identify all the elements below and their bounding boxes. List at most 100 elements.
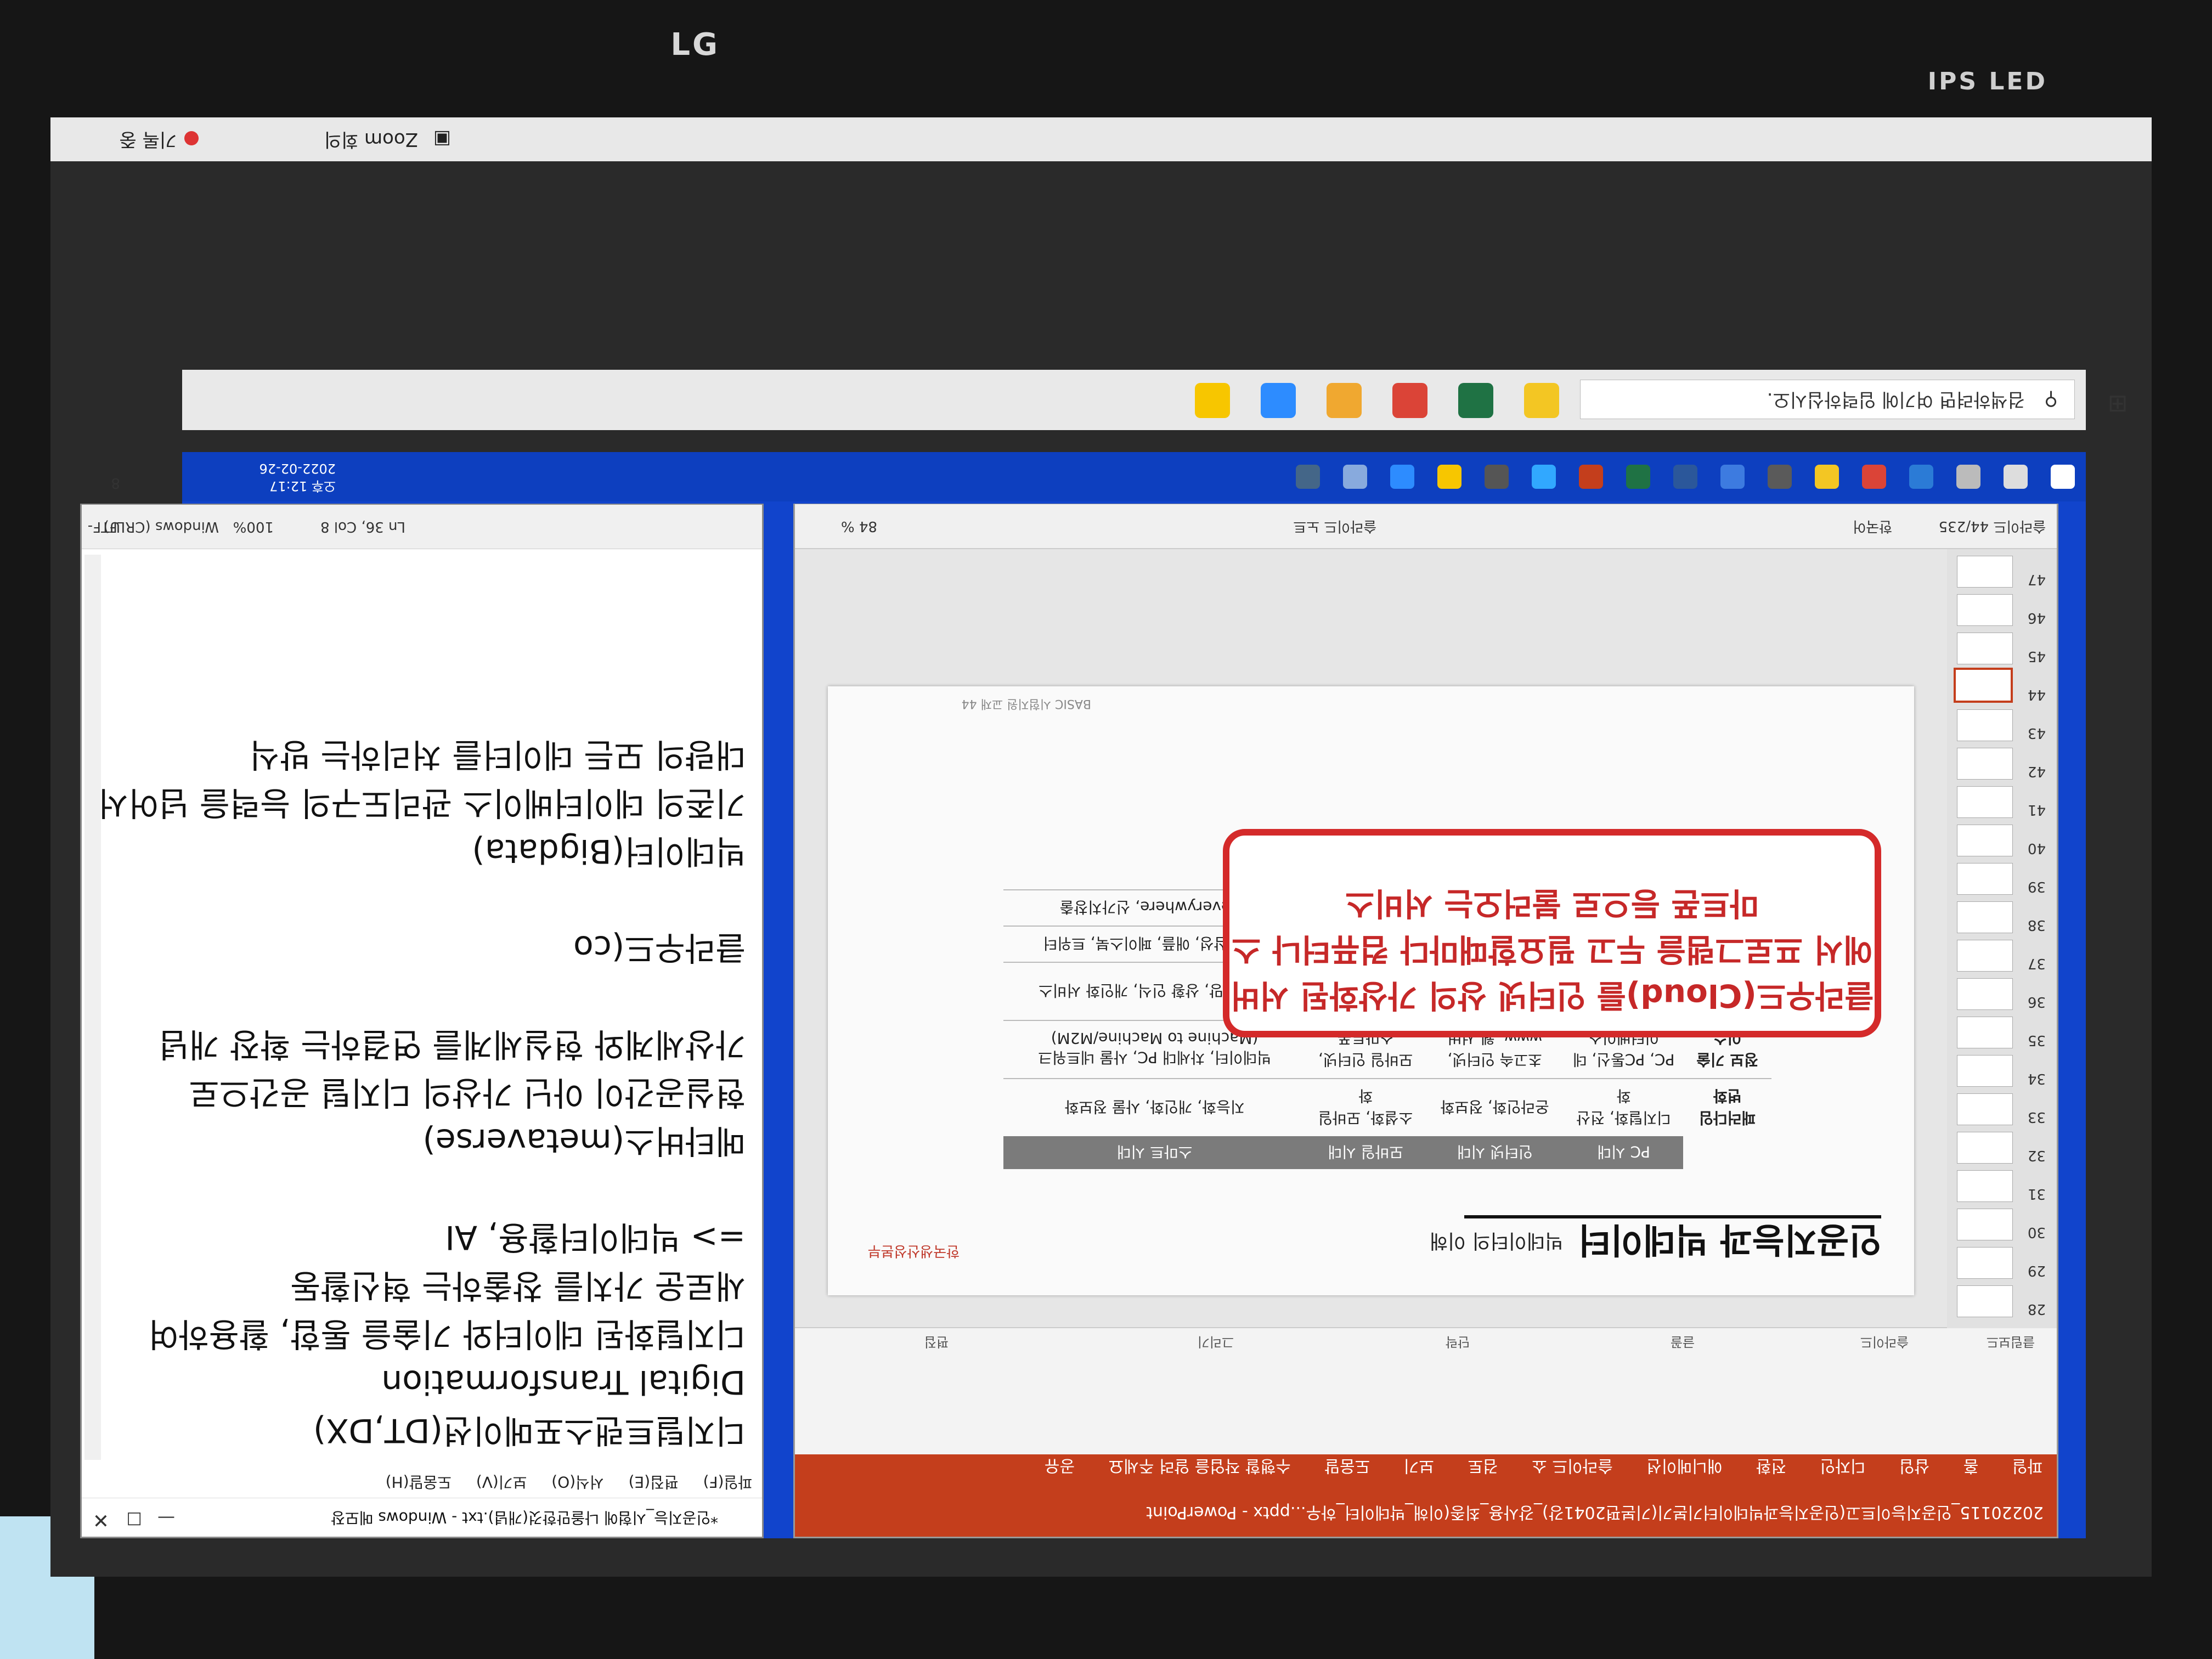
slide-thumbnail[interactable]: 37 [1957,940,2046,972]
share-button[interactable]: 공유 [1030,1455,1089,1487]
zoom-level[interactable]: 84 % [841,504,877,548]
tab-animations[interactable]: 애니메이션 [1632,1455,1736,1487]
slide-thumbnail[interactable]: 43 [1957,709,2046,741]
slide-thumbnail[interactable]: 40 [1957,825,2046,856]
notepad-status-bar: Ln 36, Col 8 100% Windows (CRLF) UTF-8 [82,475,762,549]
settings-icon[interactable] [1768,465,1792,489]
thumbnail-number: 40 [2027,840,2046,856]
edge-icon[interactable] [1909,465,1933,489]
menu-file[interactable]: 파일(F) [693,1465,762,1498]
table-row: 패러다임 변화 디지털화, 전산화 온라인화, 정보화 소셜화, 모바일화 지능화, 개… [1003,1079,1771,1136]
notepad-window: *인공지능_시험에 나올만한것(개념).txt - Windows 메모장 — … [80,475,764,1538]
tab-insert[interactable]: 삽입 [1885,1455,1944,1487]
slide-thumbnail[interactable]: 32 [1957,1132,2046,1164]
notepad-line: 디지털화된 데이터와 기술을 통합, 활용하여 [148,1314,746,1353]
zoom-icon[interactable] [1261,383,1296,418]
thumbnail-number: 38 [2027,917,2046,933]
thumbnail-preview [1957,940,2013,972]
chrome-icon[interactable] [1392,383,1427,418]
notepad-icon[interactable] [1343,465,1367,489]
chrome-icon[interactable] [1862,465,1886,489]
display-icon[interactable] [1296,465,1320,489]
thumbnail-preview [1957,594,2013,626]
taskbar-time: 오후 12:17 [269,478,336,494]
slide-thumbnail[interactable]: 39 [1957,863,2046,895]
slide-thumbnail[interactable]: 41 [1957,786,2046,818]
status-position: Ln 36, Col 8 [320,518,405,535]
slide-thumbnail[interactable]: 44 [1954,668,2046,703]
kakaotalk-icon[interactable] [1437,465,1462,489]
slide-thumbnail[interactable]: 30 [1957,1209,2046,1240]
current-slide: 인공지능과 빅데이터 빅데이터의 이해 한국생산성본부 PC 시대 인터넷 시대 모… [828,686,1914,1295]
slide-thumbnail[interactable]: 46 [1957,594,2046,626]
slide-thumbnail[interactable]: 38 [1957,901,2046,933]
kakaotalk-icon[interactable] [1195,383,1230,418]
menu-view[interactable]: 보기(V) [466,1465,537,1498]
explorer-icon[interactable] [1815,465,1839,489]
menu-help[interactable]: 도움말(H) [376,1465,461,1498]
tab-transitions[interactable]: 전환 [1742,1455,1801,1487]
paint-icon[interactable] [1327,383,1362,418]
notes-button[interactable]: 슬라이드 노트 [1293,504,1376,548]
task-view-icon[interactable] [1956,465,1980,489]
notepad-line: 기존의 데이터베이스 관리도구의 능력을 넘어서 [98,783,746,822]
slide-thumbnails: 28 29 30 31 32 33 34 35 36 37 38 39 40 41 42 43 44 45 46 47 [1947,549,2057,1328]
zoom-meeting-label[interactable]: Zoom 회의 [324,117,418,161]
tab-slideshow[interactable]: 슬라이드 쇼 [1517,1455,1627,1487]
tab-design[interactable]: 디자인 [1806,1455,1880,1487]
photoshop-icon[interactable] [1532,465,1556,489]
tab-review[interactable]: 검토 [1453,1455,1512,1487]
thumbnail-number: 36 [2027,994,2046,1010]
maximize-icon[interactable]: ☐ [126,1508,142,1529]
notepad-scrollbar[interactable] [84,555,101,1460]
slide-heading: 인공지능과 빅데이터 [1578,1219,1881,1260]
powerpoint-status-bar: 슬라이드 44/235 한국어 슬라이드 노트 84 % [795,504,2057,549]
slide-thumbnail[interactable]: 47 [1957,556,2046,588]
shared-screen: *인공지능_시험에 나올만한것(개념).txt - Windows 메모장 — … [80,452,2086,1538]
file-explorer-icon[interactable] [1524,383,1559,418]
slide-thumbnail[interactable]: 36 [1957,978,2046,1010]
store-icon[interactable] [1720,465,1745,489]
tab-home[interactable]: 홈 [1949,1455,1993,1487]
minimize-icon[interactable]: — [157,1508,175,1529]
recording-indicator: 기록 중 [119,117,199,161]
group-slides: 슬라이드 [1860,1334,1909,1350]
search-input[interactable]: ⚲ 검색하려면 여기에 입력하십시오. [1580,380,2075,419]
thumbnail-preview [1957,556,2013,588]
notepad-text-area[interactable]: 디지털트랜스포메이션(DT,DX) Digital Transformation 디… [98,730,746,1454]
menu-format[interactable]: 서식(O) [541,1465,613,1498]
slide-thumbnail[interactable]: 45 [1957,633,2046,664]
excel-icon[interactable] [1458,383,1493,418]
search-icon[interactable] [2004,465,2028,489]
group-clipboard: 클립보드 [1986,1334,2035,1350]
camera-icon[interactable] [1485,465,1509,489]
slide-thumbnail[interactable]: 33 [1957,1093,2046,1125]
start-icon[interactable] [2051,465,2075,489]
tab-help[interactable]: 도움말 [1310,1455,1384,1487]
tab-file[interactable]: 파일 [1998,1455,2057,1487]
slide-thumbnail[interactable]: 35 [1957,1017,2046,1048]
status-encoding: UTF-8 [87,475,120,535]
excel-icon[interactable] [1626,465,1650,489]
slide-thumbnail[interactable]: 28 [1957,1285,2046,1317]
thumbnail-number: 31 [2027,1186,2046,1202]
thumbnail-number: 37 [2027,955,2046,972]
notepad-line [120,1165,746,1213]
tell-me-box[interactable]: 수행할 작업을 알려 주세요 [1094,1455,1305,1487]
thumbnail-preview [1957,863,2013,895]
slide-thumbnail[interactable]: 31 [1957,1170,2046,1202]
word-icon[interactable] [1673,465,1697,489]
tab-view[interactable]: 보기 [1390,1455,1448,1487]
close-icon[interactable]: ✕ [93,1509,109,1531]
thumbnail-preview [1957,1093,2013,1125]
slide-thumbnail[interactable]: 29 [1957,1247,2046,1279]
menu-edit[interactable]: 편집(E) [619,1465,689,1498]
slide-thumbnail[interactable]: 42 [1957,748,2046,780]
notepad-line [120,875,746,923]
zoom-icon[interactable] [1390,465,1414,489]
powerpoint-icon[interactable] [1579,465,1603,489]
cloud-callout: 클라우드(Cloud)를 인터넷 상의 가상화된 서버에서 프로그램을 두고 필… [1223,829,1881,1037]
slide-thumbnail[interactable]: 34 [1957,1055,2046,1087]
windows-start-icon[interactable]: ⊞ [2100,383,2135,418]
remote-taskbar: 오후 12:17 2022-02-26 [182,452,2086,501]
